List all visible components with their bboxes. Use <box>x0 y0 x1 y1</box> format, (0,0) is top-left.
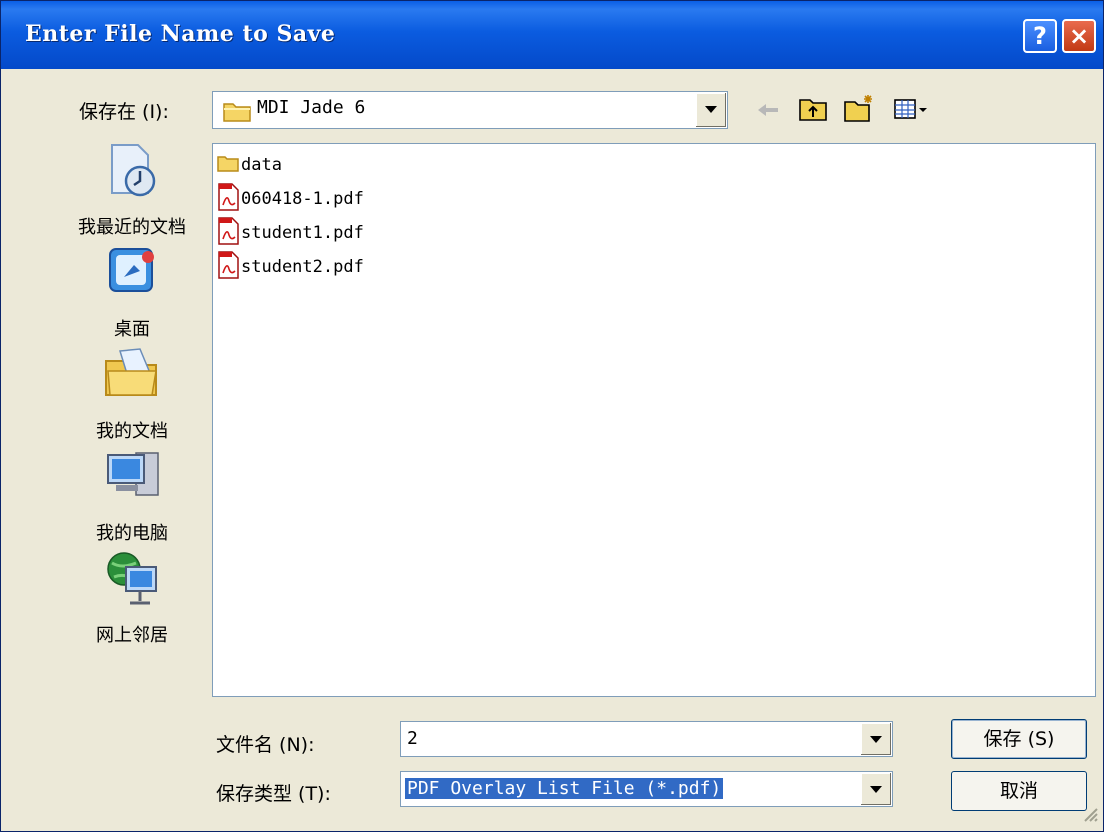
recent-documents-icon <box>104 141 160 197</box>
view-menu-icon[interactable] <box>893 97 929 127</box>
list-item-file[interactable]: student2.pdf <box>217 250 364 284</box>
back-icon[interactable] <box>755 99 781 125</box>
save-in-value: MDI Jade 6 <box>257 97 366 118</box>
file-name: student1.pdf <box>241 223 364 243</box>
place-label: 桌面 <box>114 319 150 340</box>
pdf-file-icon <box>217 217 239 249</box>
my-computer-icon <box>104 447 160 503</box>
pdf-file-icon <box>217 183 239 215</box>
filename-input[interactable]: 2 <box>400 721 893 757</box>
list-item-file[interactable]: student1.pdf <box>217 216 364 250</box>
file-name: data <box>241 155 282 175</box>
dialog-title: Enter File Name to Save <box>25 21 336 47</box>
cancel-button[interactable]: 取消 <box>951 771 1087 811</box>
desktop-icon <box>104 243 160 299</box>
filetype-value-wrapper: PDF Overlay List File (*.pdf) <box>403 777 725 800</box>
title-bar: Enter File Name to Save ? × <box>1 1 1103 69</box>
list-item-file[interactable]: 060418-1.pdf <box>217 182 364 216</box>
file-name: 060418-1.pdf <box>241 189 364 209</box>
place-label: 网上邻居 <box>96 625 168 646</box>
list-item-folder[interactable]: data <box>217 148 282 182</box>
resize-grip-icon[interactable] <box>1079 803 1099 827</box>
network-places-icon <box>104 549 160 605</box>
filetype-value: PDF Overlay List File (*.pdf) <box>403 777 725 800</box>
save-dialog: Enter File Name to Save ? × 保存在 (I): MDI… <box>0 0 1104 832</box>
up-folder-icon[interactable] <box>798 95 828 127</box>
filetype-dropdown-arrow[interactable] <box>860 773 891 805</box>
pdf-file-icon <box>217 251 239 283</box>
new-folder-icon[interactable] <box>843 93 875 127</box>
save-in-label: 保存在 (I): <box>79 101 169 123</box>
save-button[interactable]: 保存 (S) <box>951 719 1087 759</box>
save-in-dropdown[interactable]: MDI Jade 6 <box>212 91 728 129</box>
folder-icon <box>217 153 239 177</box>
filename-dropdown-arrow[interactable] <box>860 723 891 755</box>
file-name: student2.pdf <box>241 257 364 277</box>
filetype-dropdown[interactable]: PDF Overlay List File (*.pdf) <box>400 771 893 807</box>
save-in-dropdown-arrow[interactable] <box>695 93 726 127</box>
my-documents-icon <box>104 345 160 401</box>
close-button[interactable]: × <box>1062 19 1096 53</box>
help-button[interactable]: ? <box>1023 19 1057 53</box>
folder-icon <box>223 100 251 126</box>
file-list[interactable]: data 060418-1.pdf student1.pdf student2.… <box>212 143 1096 697</box>
place-label: 我的文档 <box>96 421 168 442</box>
filetype-label: 保存类型 (T): <box>216 783 331 805</box>
filename-label: 文件名 (N): <box>216 734 315 756</box>
place-label: 我最近的文档 <box>78 217 186 238</box>
filename-value: 2 <box>407 728 418 749</box>
place-label: 我的电脑 <box>96 523 168 544</box>
